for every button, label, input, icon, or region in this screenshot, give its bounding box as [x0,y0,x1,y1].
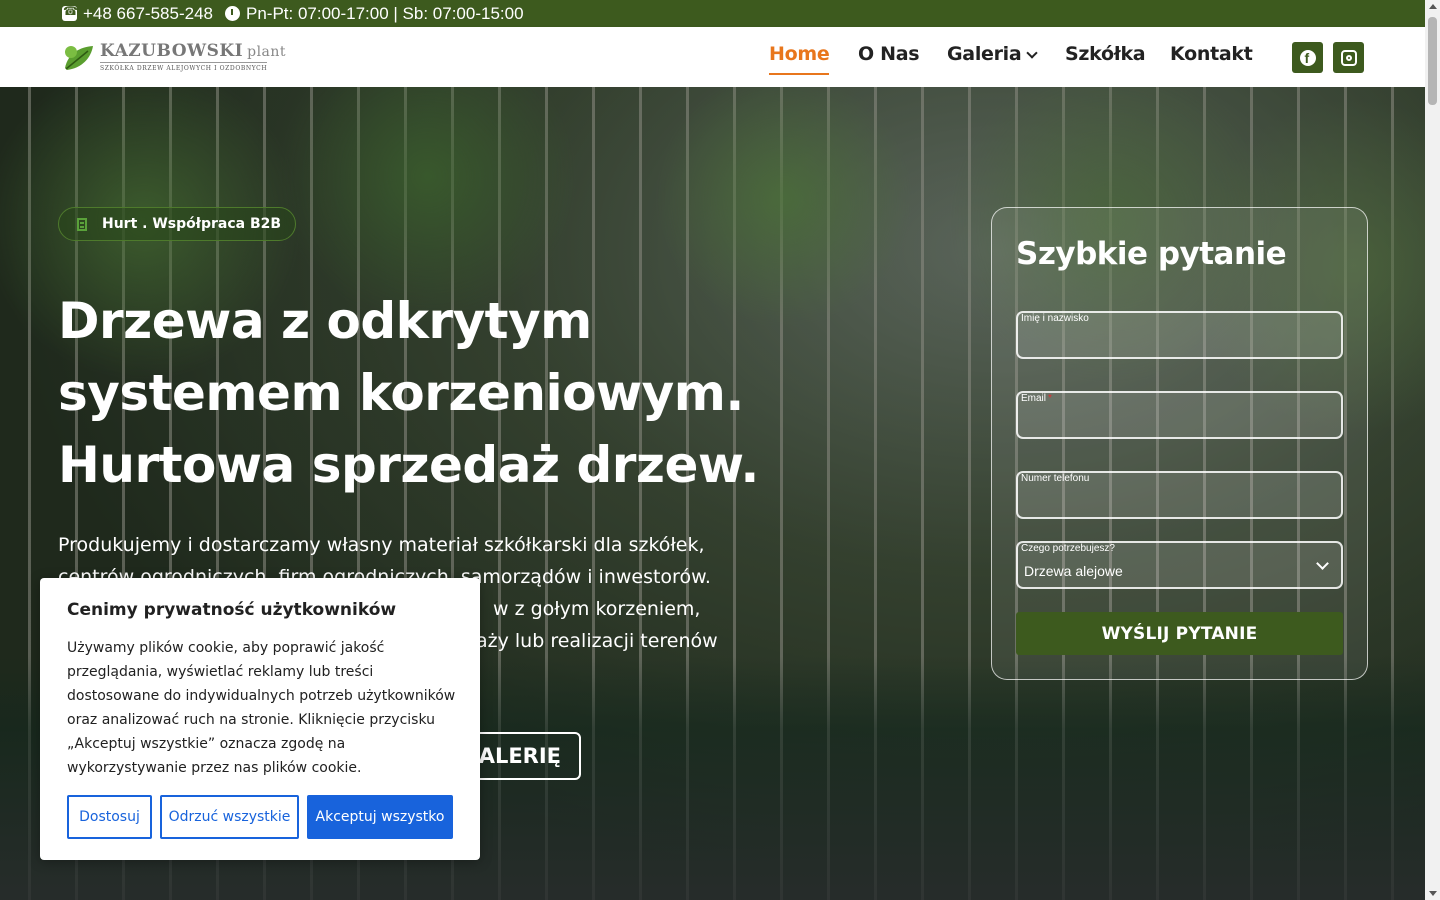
submit-button[interactable]: WYŚLIJ PYTANIE [1016,612,1343,655]
scrollbar-thumb[interactable] [1428,17,1437,105]
badge-label: Hurt . Współpraca B2B [102,216,282,232]
name-label: Imię i nazwisko [1021,313,1089,324]
cookie-customize-button[interactable]: Dostosuj [67,795,152,839]
building-icon [77,217,87,231]
site-header: KAZUBOWSKI plant SZKÓŁKA DRZEW ALEJOWYCH … [0,27,1425,87]
chevron-down-icon [1026,47,1039,59]
instagram-button[interactable] [1333,42,1364,73]
phone-label: Numer telefonu [1021,473,1090,484]
phone-field[interactable]: Numer telefonu [1016,471,1343,519]
nav-szkolka[interactable]: Szkółka [1065,43,1146,65]
scroll-down-arrow-icon[interactable] [1429,891,1437,896]
need-selected-value: Drzewa alejowe [1024,563,1123,579]
top-info-bar: +48 667-585-248 Pn-Pt: 07:00-17:00 | Sb:… [0,0,1425,27]
email-field[interactable]: Email * [1016,391,1343,439]
nav-home[interactable]: Home [769,43,830,75]
form-title: Szybkie pytanie [1016,236,1287,272]
email-label: Email * [1021,393,1052,404]
nav-galeria[interactable]: Galeria [947,43,1039,65]
phone-number[interactable]: +48 667-585-248 [83,4,213,24]
facebook-icon [1299,49,1316,67]
nav-kontakt[interactable]: Kontakt [1170,43,1253,65]
cookie-title: Cenimy prywatność użytkowników [67,600,397,620]
cookie-accept-button[interactable]: Akceptuj wszystko [307,795,453,839]
main-nav: Home O Nas Galeria Szkółka Kontakt [0,27,1425,87]
facebook-button[interactable] [1292,42,1323,73]
opening-hours: Pn-Pt: 07:00-17:00 | Sb: 07:00-15:00 [245,3,524,23]
need-label: Czego potrzebujesz? [1021,543,1115,554]
clock-icon [224,6,240,21]
need-select[interactable]: Czego potrzebujesz? Drzewa alejowe [1016,541,1343,589]
b2b-badge: Hurt . Współpraca B2B [58,207,297,241]
page-scrollbar[interactable] [1425,0,1440,900]
name-field[interactable]: Imię i nazwisko [1016,311,1343,359]
cookie-reject-button[interactable]: Odrzuć wszystkie [160,795,299,839]
cookie-consent-banner: Cenimy prywatność użytkowników Używamy p… [40,578,480,860]
quick-question-form: Szybkie pytanie Imię i nazwisko Email * N… [991,207,1368,680]
phone-icon [62,4,78,21]
instagram-icon [1340,49,1357,66]
lead-line: Produkujemy i dostarczamy własny materia… [58,534,705,556]
cookie-text: Używamy plików cookie, aby poprawić jako… [67,640,456,776]
nav-o-nas[interactable]: O Nas [858,43,920,65]
scroll-up-arrow-icon[interactable] [1429,4,1437,9]
chevron-down-icon [1316,557,1329,570]
hero-title: Drzewa z odkrytym systemem korzeniowym. … [58,292,759,494]
